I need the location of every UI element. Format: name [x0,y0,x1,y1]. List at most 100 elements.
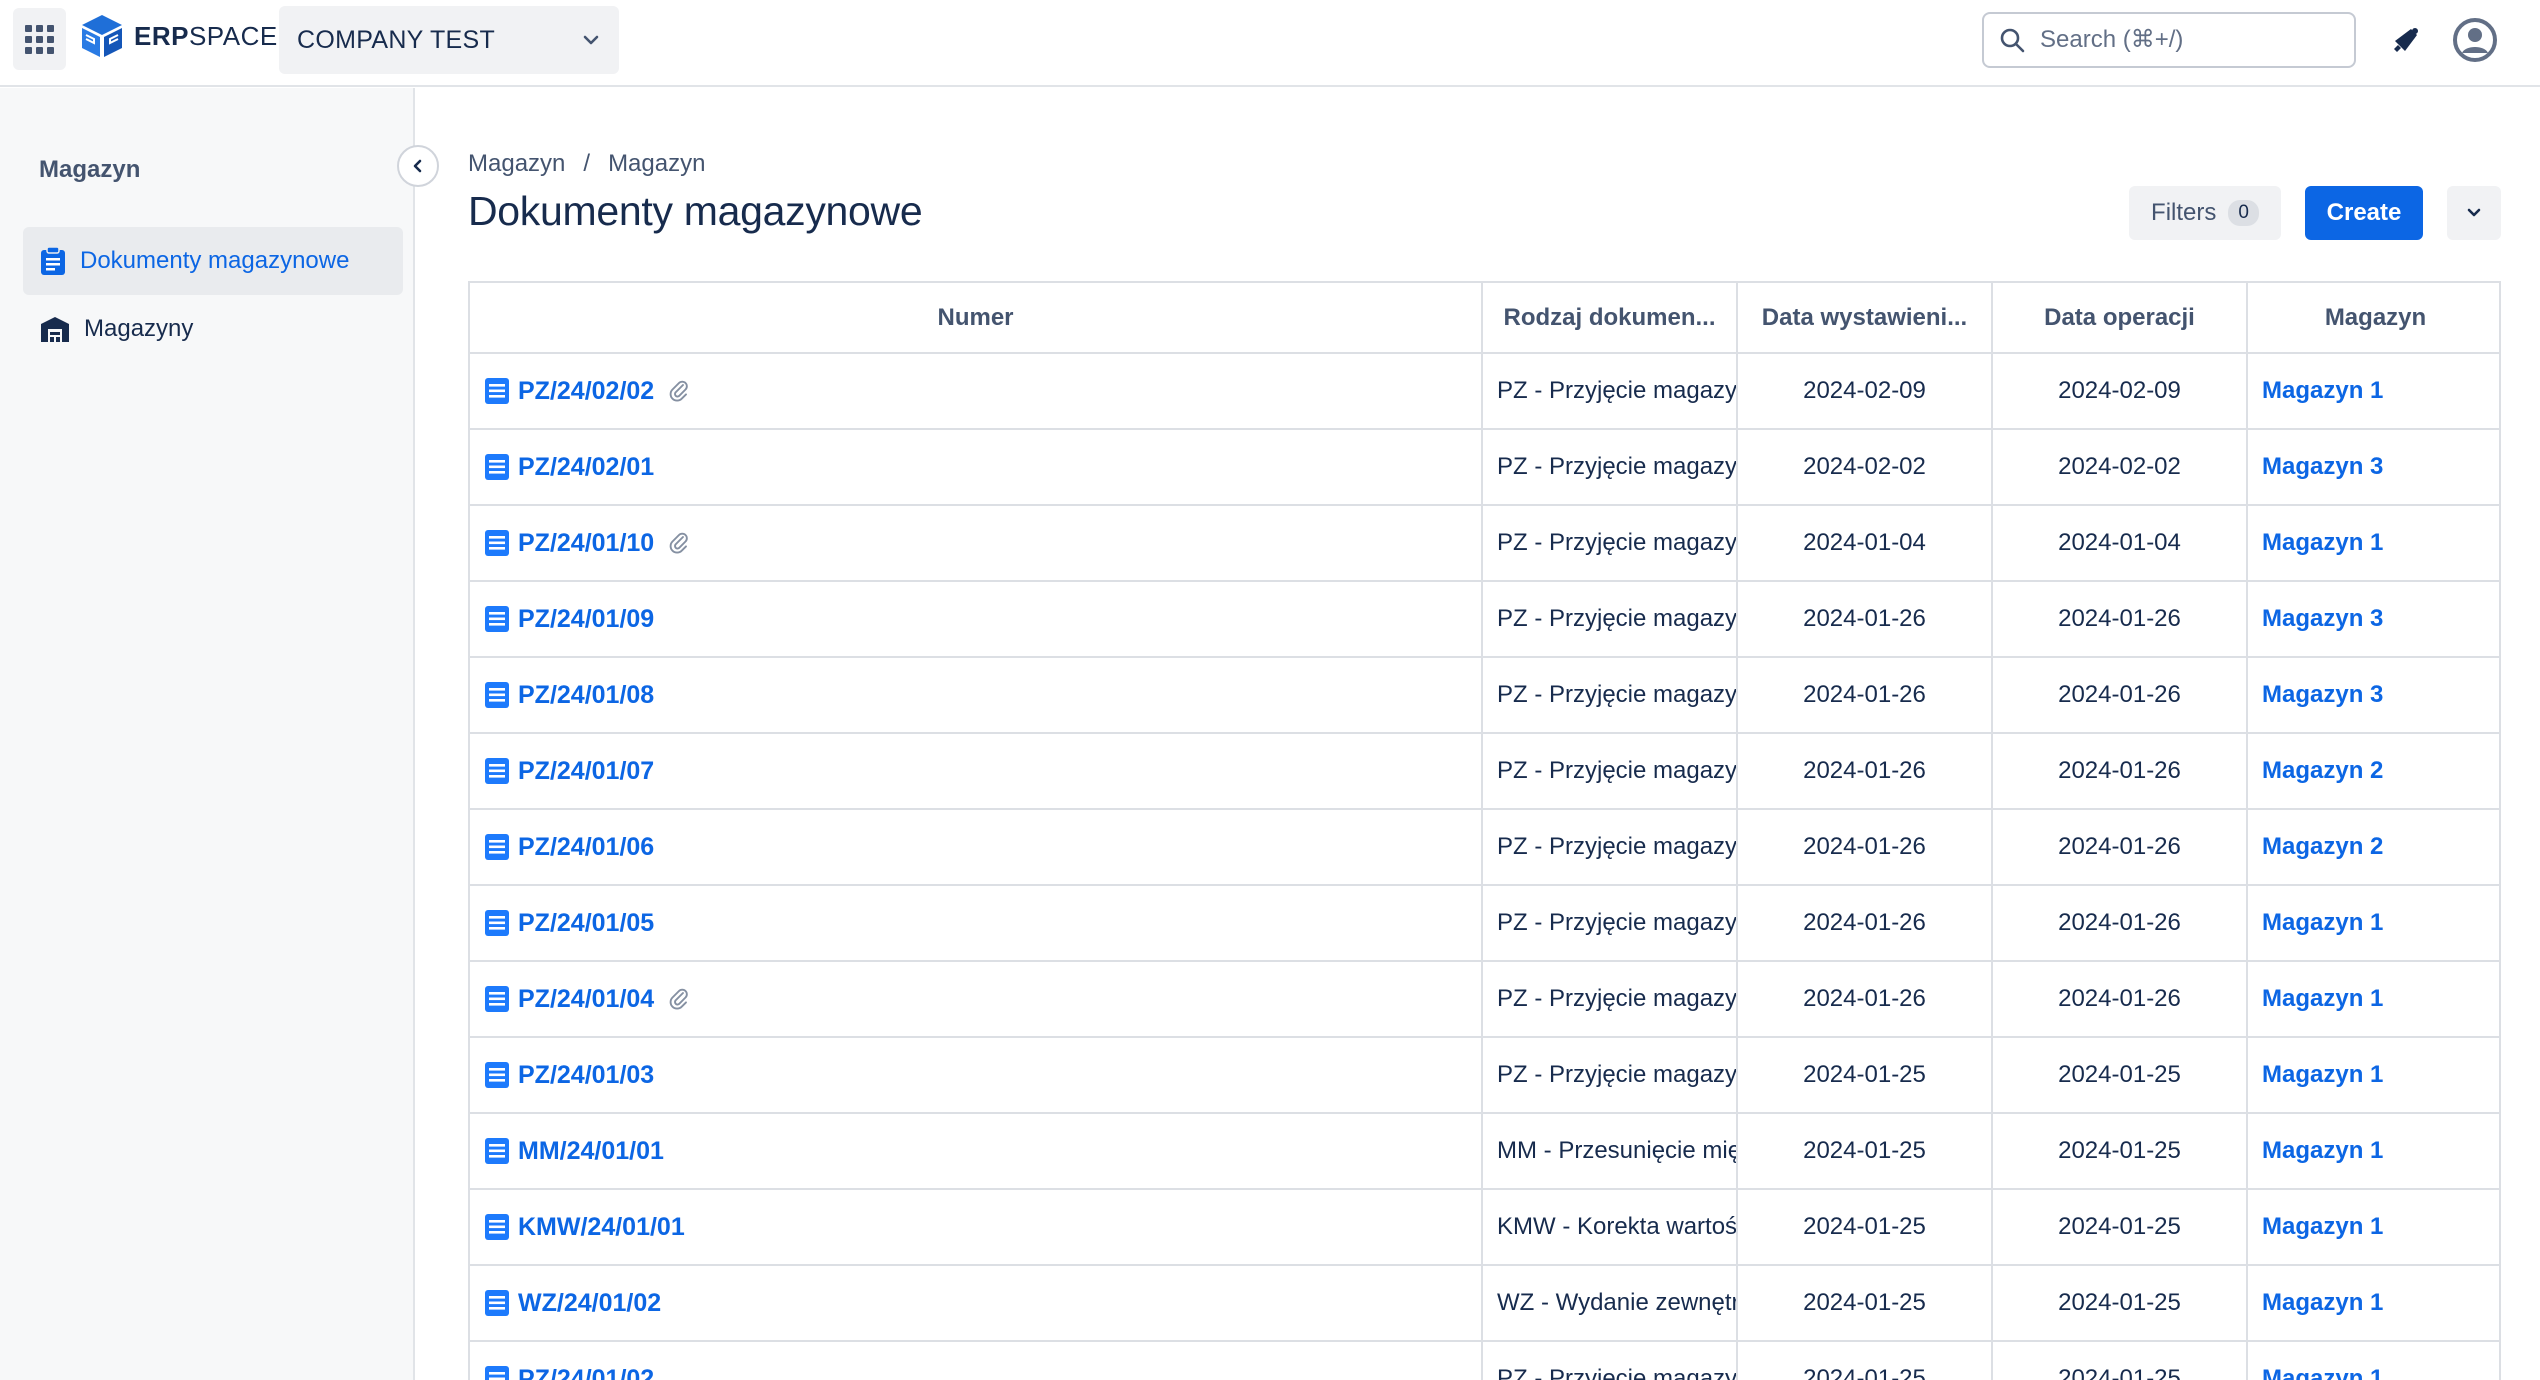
document-number-link[interactable]: KMW/24/01/01 [518,1213,685,1242]
warehouse-link[interactable]: Magazyn 3 [2262,681,2383,708]
more-actions-button[interactable] [2447,186,2501,240]
cell-numer: PZ/24/02/02 [470,353,1483,430]
cell-data-wystawienia: 2024-02-09 [1737,353,1993,430]
document-icon [485,1366,509,1380]
cell-data-operacji: 2024-02-09 [1992,353,2248,430]
user-avatar[interactable] [2451,16,2499,64]
cell-magazyn: Magazyn 1 [2247,961,2499,1038]
document-icon [485,1138,509,1164]
cell-data-operacji: 2024-01-25 [1992,1037,2248,1114]
attachment-icon[interactable] [668,987,690,1011]
table-row[interactable]: MM/24/01/01 MM - Przesunięcie międzymagaz… [470,1113,2499,1190]
cell-data-wystawienia: 2024-02-02 [1737,429,1993,506]
document-number-link[interactable]: PZ/24/01/04 [518,985,654,1014]
breadcrumb-separator: / [583,150,591,177]
notifications-button[interactable] [2384,18,2428,62]
cell-magazyn: Magazyn 1 [2247,1189,2499,1266]
cell-numer: PZ/24/01/02 [470,1341,1483,1380]
collapse-sidebar-button[interactable] [397,145,439,187]
warehouse-link[interactable]: Magazyn 1 [2262,1213,2383,1240]
app-switcher-button[interactable] [13,8,66,70]
cell-data-operacji: 2024-01-25 [1992,1189,2248,1266]
cell-numer: PZ/24/01/03 [470,1037,1483,1114]
erpspace-logo-text: ERPSPACE [134,20,278,51]
column-header-data-operacji[interactable]: Data operacji [1992,283,2248,354]
sidebar-item-dokumenty-magazynowe[interactable]: Dokumenty magazynowe [23,227,403,295]
filters-label: Filters [2151,199,2217,226]
table-row[interactable]: PZ/24/01/04PZ - Przyjęcie magazynowe2024… [470,961,2499,1038]
breadcrumb-link[interactable]: Magazyn [608,150,705,178]
sidebar-item-magazyny[interactable]: Magazyny [23,295,403,363]
cell-magazyn: Magazyn 1 [2247,353,2499,430]
warehouse-link[interactable]: Magazyn 3 [2262,453,2383,480]
cell-data-wystawienia: 2024-01-26 [1737,809,1993,886]
document-number-link[interactable]: PZ/24/01/06 [518,833,654,862]
warehouse-link[interactable]: Magazyn 1 [2262,1289,2383,1316]
warehouse-link[interactable]: Magazyn 1 [2262,909,2383,936]
table-row[interactable]: WZ/24/01/02WZ - Wydanie zewnętrzne2024-0… [470,1265,2499,1342]
cell-magazyn: Magazyn 3 [2247,657,2499,734]
column-header-magazyn[interactable]: Magazyn [2247,283,2499,354]
document-number-link[interactable]: PZ/24/01/10 [518,529,654,558]
create-button[interactable]: Create [2305,186,2423,240]
warehouse-link[interactable]: Magazyn 3 [2262,605,2383,632]
cell-magazyn: Magazyn 1 [2247,505,2499,582]
warehouse-link[interactable]: Magazyn 1 [2262,1365,2383,1380]
cell-data-operacji: 2024-01-26 [1992,581,2248,658]
table-row[interactable]: PZ/24/01/06PZ - Przyjęcie magazynowe2024… [470,809,2499,886]
filters-button[interactable]: Filters 0 [2129,186,2281,240]
cell-data-operacji: 2024-01-26 [1992,961,2248,1038]
table-row[interactable]: PZ/24/01/02PZ - Przyjęcie magazynowe2024… [470,1341,2499,1380]
table-row[interactable]: PZ/24/01/07PZ - Przyjęcie magazynowe2024… [470,733,2499,810]
cell-numer: PZ/24/01/09 [470,581,1483,658]
document-number-link[interactable]: WZ/24/01/02 [518,1289,661,1318]
warehouse-link[interactable]: Magazyn 1 [2262,985,2383,1012]
table-row[interactable]: PZ/24/01/08PZ - Przyjęcie magazynowe2024… [470,657,2499,734]
document-number-link[interactable]: PZ/24/02/01 [518,453,654,482]
table-row[interactable]: PZ/24/01/10PZ - Przyjęcie magazynowe2024… [470,505,2499,582]
document-number-link[interactable]: PZ/24/01/03 [518,1061,654,1090]
warehouse-link[interactable]: Magazyn 1 [2262,377,2383,404]
table-row[interactable]: PZ/24/01/03PZ - Przyjęcie magazynowe2024… [470,1037,2499,1114]
attachment-icon[interactable] [668,531,690,555]
document-number-link[interactable]: PZ/24/01/07 [518,757,654,786]
column-header-rodzaj[interactable]: Rodzaj dokumen... [1482,283,1738,354]
document-number-link[interactable]: MM/24/01/01 [518,1137,664,1166]
document-icon [485,454,509,480]
cell-rodzaj: PZ - Przyjęcie magazynowe [1482,581,1738,658]
table-row[interactable]: PZ/24/02/02PZ - Przyjęcie magazynowe2024… [470,353,2499,430]
cell-rodzaj: PZ - Przyjęcie magazynowe [1482,429,1738,506]
column-header-numer[interactable]: Numer [470,283,1483,354]
document-number-link[interactable]: PZ/24/01/02 [518,1365,654,1380]
breadcrumb-link[interactable]: Magazyn [468,150,565,178]
cell-magazyn: Magazyn 3 [2247,429,2499,506]
search-input[interactable] [2040,26,2300,54]
breadcrumb: Magazyn / Magazyn [468,150,705,178]
document-number-link[interactable]: PZ/24/02/02 [518,377,654,406]
clipboard-icon [41,246,65,275]
document-number-link[interactable]: PZ/24/01/05 [518,909,654,938]
column-header-data-wystawienia[interactable]: Data wystawieni... [1737,283,1993,354]
cell-data-operacji: 2024-01-25 [1992,1113,2248,1190]
company-select[interactable]: COMPANY TEST [279,6,619,74]
table-row[interactable]: PZ/24/01/05PZ - Przyjęcie magazynowe2024… [470,885,2499,962]
table-row[interactable]: KMW/24/01/01 KMW - Korekta wartości 2024-0… [470,1189,2499,1266]
cell-rodzaj: PZ - Przyjęcie magazynowe [1482,733,1738,810]
document-icon [485,378,509,404]
chevron-down-icon [583,35,599,45]
attachment-icon[interactable] [668,379,690,403]
document-number-link[interactable]: PZ/24/01/08 [518,681,654,710]
warehouse-link[interactable]: Magazyn 1 [2262,529,2383,556]
cell-data-wystawienia: 2024-01-26 [1737,657,1993,734]
cell-data-wystawienia: 2024-01-25 [1737,1189,1993,1266]
warehouse-link[interactable]: Magazyn 1 [2262,1137,2383,1164]
table-row[interactable]: PZ/24/01/09 PZ - Przyjęcie magazynowe 2024… [470,581,2499,658]
cell-rodzaj: KMW - Korekta wartości [1482,1189,1738,1266]
erpspace-logo[interactable]: ERPSPACE [80,12,278,60]
warehouse-link[interactable]: Magazyn 1 [2262,1061,2383,1088]
document-number-link[interactable]: PZ/24/01/09 [518,605,654,634]
table-row[interactable]: PZ/24/02/01 PZ - Przyjęcie magazynowe2024… [470,429,2499,506]
search-box[interactable] [1982,12,2356,68]
warehouse-link[interactable]: Magazyn 2 [2262,757,2383,784]
warehouse-link[interactable]: Magazyn 2 [2262,833,2383,860]
